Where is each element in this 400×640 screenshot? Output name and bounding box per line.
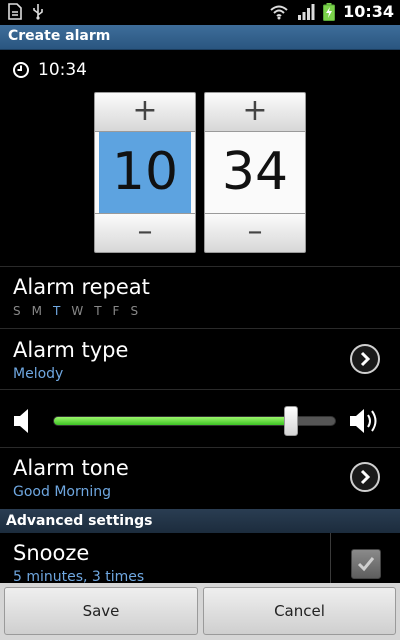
snooze-title: Snooze [13,541,90,565]
alarm-type-chevron-button[interactable] [350,344,380,374]
minute-picker: + 34 – [204,92,306,253]
hour-value-field[interactable]: 10 [94,132,196,213]
alarm-repeat-title: Alarm repeat [13,275,150,299]
volume-low-icon [14,409,28,433]
hour-picker: + 10 – [94,92,196,253]
alarm-type-value: Melody [13,366,64,382]
alarm-tone-value: Good Morning [13,484,111,500]
divider [0,389,400,390]
page-title: Create alarm [8,28,111,44]
hour-decrement-button[interactable]: – [94,213,196,253]
day-label: T [94,304,102,318]
day-label: S [130,304,139,318]
notification-doc-icon [8,3,22,20]
repeat-days: S M T W T F S [13,304,138,318]
day-label: W [71,304,84,318]
snooze-row[interactable]: Snooze 5 minutes, 3 times [0,533,400,583]
clock-icon [13,62,29,78]
day-label: M [31,304,42,318]
cancel-button[interactable]: Cancel [203,587,396,635]
hour-increment-button[interactable]: + [94,92,196,132]
chevron-right-icon [360,469,371,485]
advanced-settings-label: Advanced settings [6,513,153,529]
volume-slider-thumb[interactable] [284,406,298,436]
volume-slider-fill [54,417,290,425]
save-button[interactable]: Save [4,587,198,635]
hour-value: 10 [111,142,179,202]
day-label: T [52,304,61,318]
divider [330,533,331,583]
volume-high-icon [350,409,377,433]
alarm-type-title: Alarm type [13,338,129,362]
minute-decrement-button[interactable]: – [204,213,306,253]
minute-increment-button[interactable]: + [204,92,306,132]
day-label: F [112,304,120,318]
status-bar: 10:34 [0,0,400,24]
alarm-tone-chevron-button[interactable] [350,462,380,492]
advanced-settings-header: Advanced settings [0,509,400,533]
bottom-action-bar: Save Cancel [0,583,400,640]
alarm-time-label: 10:34 [38,60,87,80]
snooze-checkbox[interactable] [351,549,381,579]
usb-icon [33,4,43,20]
checkmark-icon [357,557,375,572]
alarm-time-summary: 10:34 [12,60,87,80]
chevron-right-icon [360,351,371,367]
snooze-value: 5 minutes, 3 times [13,569,145,583]
status-time: 10:34 [343,2,394,21]
title-bar: Create alarm [0,25,400,50]
minute-value-field[interactable]: 34 [204,132,306,213]
alarm-tone-title: Alarm tone [13,456,129,480]
day-label: S [13,304,21,318]
signal-icon [298,3,315,20]
battery-charging-icon [323,2,336,21]
wifi-icon [270,5,288,19]
minute-value: 34 [221,142,289,202]
